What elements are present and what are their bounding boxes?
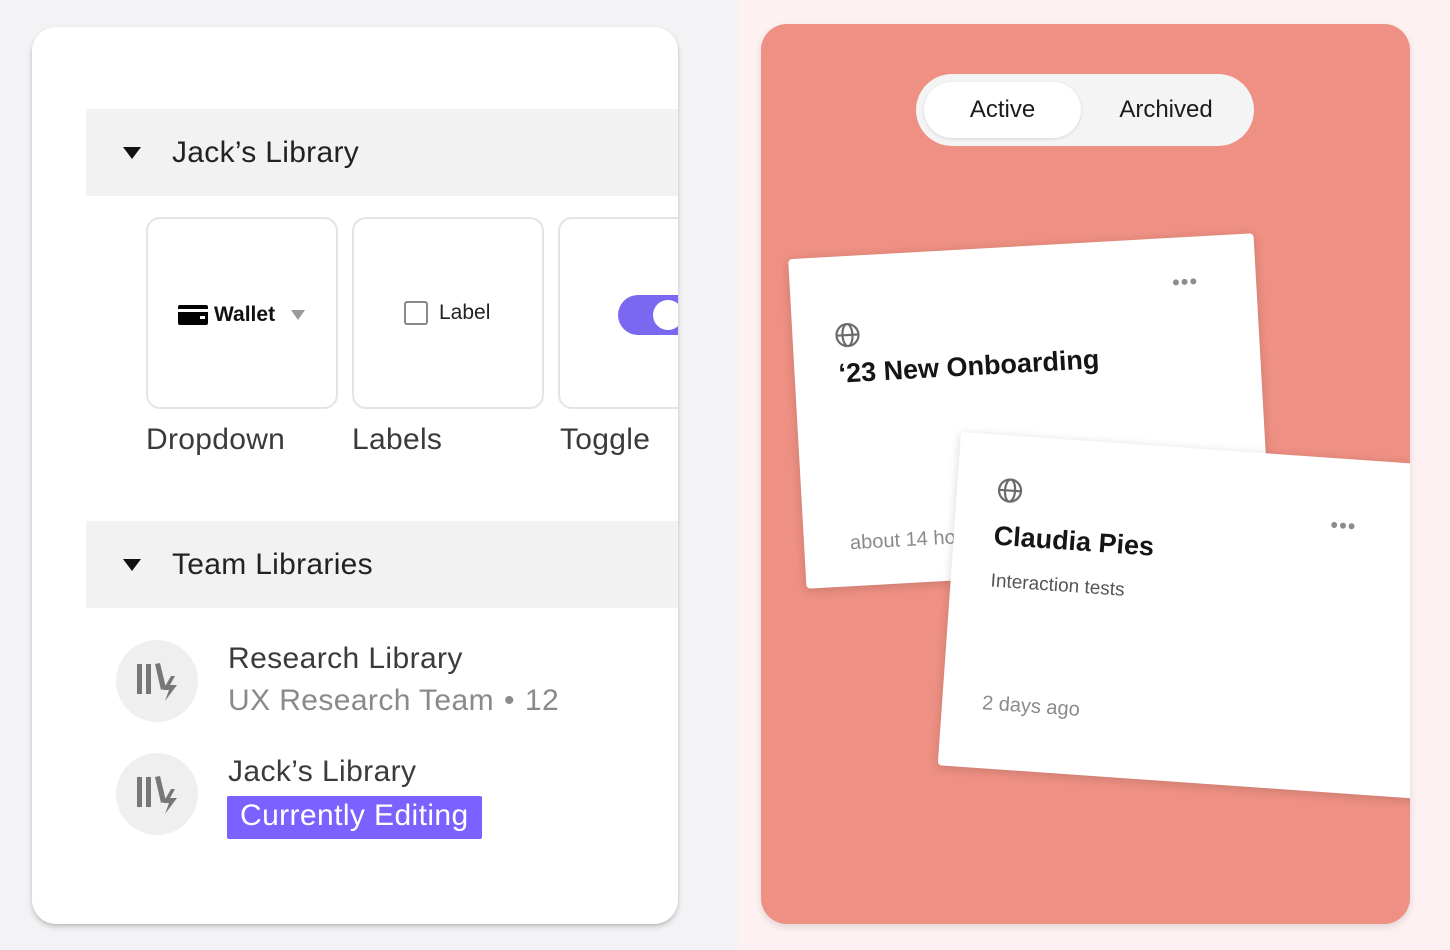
more-options-icon[interactable]: ••• xyxy=(1330,512,1358,539)
library-name: Research Library xyxy=(228,642,463,675)
section-title: Team Libraries xyxy=(172,547,373,581)
component-tile-toggle[interactable] xyxy=(558,217,678,409)
more-options-icon[interactable]: ••• xyxy=(1171,268,1198,294)
library-name: Jack’s Library xyxy=(228,755,417,788)
card-title: ‘23 New Onboarding xyxy=(837,344,1101,389)
caret-down-icon[interactable] xyxy=(123,146,141,159)
dropdown-preview: Wallet xyxy=(178,303,306,327)
tab-active[interactable]: Active xyxy=(924,82,1081,138)
libraries-panel: Jack’s Library Wallet Label Dropdown Lab… xyxy=(32,27,678,924)
dropdown-preview-text: Wallet xyxy=(214,303,276,326)
wallet-icon xyxy=(178,305,208,325)
library-icon xyxy=(116,753,198,835)
globe-icon xyxy=(997,478,1023,503)
library-count: 12 xyxy=(524,684,560,717)
caret-down-icon[interactable] xyxy=(123,558,141,571)
component-caption-labels: Labels xyxy=(352,423,443,456)
toggle-knob xyxy=(653,300,678,330)
checkbox-icon xyxy=(404,301,428,325)
component-caption-dropdown: Dropdown xyxy=(146,423,286,456)
toggle-preview xyxy=(618,295,678,335)
status-segmented-control: Active Archived xyxy=(916,74,1254,146)
component-tile-dropdown[interactable]: Wallet xyxy=(146,217,338,409)
section-header-my-library[interactable]: Jack’s Library xyxy=(86,109,678,196)
section-title: Jack’s Library xyxy=(172,135,360,169)
globe-icon xyxy=(835,322,860,348)
projects-panel: Active Archived ••• ‘23 New Onboarding a… xyxy=(761,24,1410,924)
project-card-claudia-pies[interactable]: ••• Claudia Pies Interaction tests 2 day… xyxy=(937,432,1410,801)
label-preview: Label xyxy=(404,301,490,325)
meta-separator: • xyxy=(503,684,515,717)
card-subtitle: Interaction tests xyxy=(989,570,1126,601)
currently-editing-badge: Currently Editing xyxy=(227,796,482,839)
card-title: Claudia Pies xyxy=(992,520,1156,562)
library-meta: UX Research Team • 12 xyxy=(228,684,559,718)
library-team: UX Research Team xyxy=(228,684,494,717)
component-caption-toggle: Toggle xyxy=(560,423,651,456)
chevron-down-icon xyxy=(291,310,306,320)
card-timestamp: 2 days ago xyxy=(981,692,1081,721)
library-icon xyxy=(116,640,198,722)
label-preview-text: Label xyxy=(439,301,491,324)
component-tile-labels[interactable]: Label xyxy=(352,217,544,409)
tab-archived[interactable]: Archived xyxy=(1086,82,1246,138)
card-timestamp: about 14 ho xyxy=(849,526,957,555)
section-header-team-libraries[interactable]: Team Libraries xyxy=(86,521,678,608)
